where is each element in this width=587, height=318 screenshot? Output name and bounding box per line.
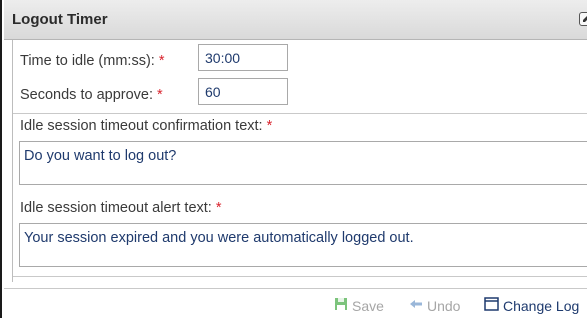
save-button[interactable]: Save [334, 297, 384, 314]
alert-text-label-text: Idle session timeout alert text: [20, 200, 212, 216]
panel-footer: Save Undo Change Log [4, 288, 587, 318]
confirmation-text-input[interactable] [19, 141, 587, 185]
approve-seconds-input[interactable] [198, 78, 288, 105]
alert-text-label: Idle session timeout alert text: * [20, 200, 222, 216]
save-icon [334, 297, 348, 314]
confirmation-text-label: Idle session timeout confirmation text: … [20, 118, 272, 134]
undo-button[interactable]: Undo [409, 297, 460, 314]
save-label: Save [352, 297, 384, 314]
change-log-button[interactable]: Change Log [484, 297, 579, 314]
required-mark: * [215, 200, 222, 216]
approve-seconds-label: Seconds to approve: * [20, 87, 163, 103]
required-mark: * [266, 118, 273, 134]
logout-timer-panel: Logout Timer Time to idle (mm:ss): * Sec… [0, 0, 587, 318]
idle-time-label-text: Time to idle (mm:ss): [20, 53, 155, 69]
divider [13, 113, 587, 114]
approve-seconds-label-text: Seconds to approve: [20, 87, 154, 103]
required-mark: * [157, 87, 163, 103]
edit-icon[interactable] [579, 12, 587, 26]
change-log-label: Change Log [503, 297, 580, 314]
panel-header: Logout Timer [4, 0, 587, 40]
divider [13, 276, 587, 277]
panel-title: Logout Timer [12, 11, 108, 28]
required-mark: * [158, 53, 165, 69]
form-body: Time to idle (mm:ss): * Seconds to appro… [12, 40, 587, 282]
window-icon [484, 297, 499, 314]
confirmation-text-label-text: Idle session timeout confirmation text: [20, 118, 263, 134]
undo-arrow-icon [409, 297, 423, 314]
alert-text-input[interactable] [19, 223, 587, 267]
idle-time-label: Time to idle (mm:ss): * [20, 53, 165, 69]
idle-time-input[interactable] [198, 44, 288, 71]
undo-label: Undo [427, 297, 461, 314]
